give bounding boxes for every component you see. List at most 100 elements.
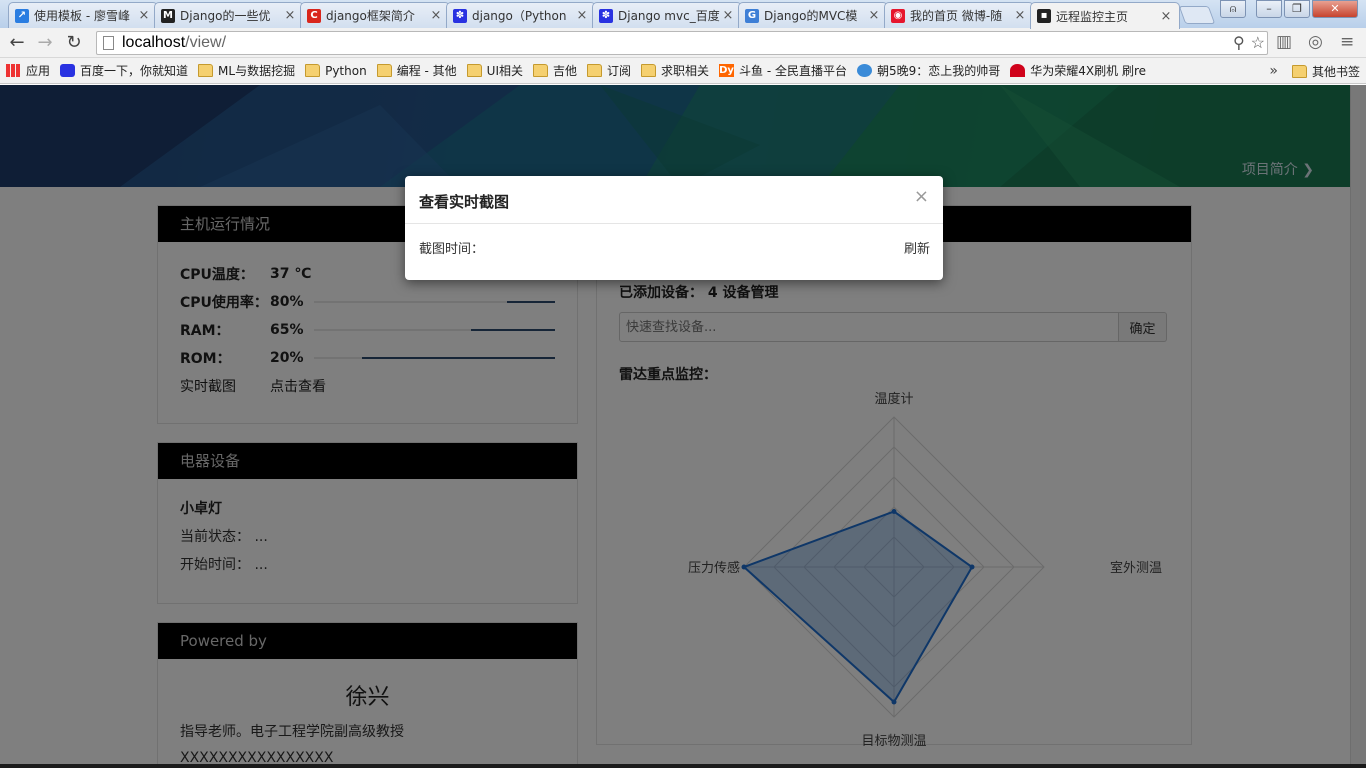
bookmark-label: 求职相关	[661, 64, 710, 78]
tab-favicon-icon: M	[161, 8, 175, 23]
back-icon[interactable]: ←	[6, 32, 28, 54]
extension-icon[interactable]: ◎	[1308, 32, 1323, 52]
tab-favicon-icon: ✽	[599, 8, 613, 23]
minimize-button[interactable]: –	[1256, 0, 1282, 18]
bookmark-label: 华为荣耀4X刷机 刷re	[1030, 64, 1147, 78]
screenshot-modal: 查看实时截图 × 截图时间： 刷新	[405, 176, 943, 280]
bookmark-item[interactable]: 朝5晚9：恋上我的帅哥	[857, 62, 1000, 79]
tab-close-icon[interactable]: ×	[1159, 9, 1173, 24]
folder-icon	[532, 64, 548, 77]
bookmark-label: 朝5晚9：恋上我的帅哥	[877, 64, 1001, 78]
folder-icon	[1291, 64, 1307, 78]
tab-favicon-icon: ✽	[453, 8, 467, 23]
close-icon[interactable]: ×	[914, 186, 929, 207]
tab-label: 我的首页 微博-随	[910, 9, 1003, 23]
folder-icon	[198, 64, 214, 77]
menu-icon[interactable]: ≡	[1340, 32, 1354, 52]
tab-label: django框架简介	[326, 9, 415, 23]
window-controls: ⍝ – ❐ ✕	[1220, 0, 1358, 18]
bookmark-item[interactable]: 吉他	[532, 62, 577, 79]
tab-label: django（Python	[472, 9, 567, 23]
baidu-icon	[60, 64, 76, 77]
bookmark-item[interactable]: 求职相关	[641, 62, 709, 79]
tab-close-icon[interactable]: ×	[429, 8, 443, 23]
modal-body: 截图时间： 刷新	[405, 224, 943, 271]
tab-label: 使用模板 - 廖雪峰	[34, 9, 130, 23]
tab-favicon-icon: C	[307, 8, 321, 23]
more-bookmarks-chevron[interactable]: »	[1269, 58, 1278, 83]
bookmark-star-icon[interactable]: ☆	[1251, 33, 1265, 53]
bookmark-label: ML与数据挖掘	[218, 64, 296, 78]
bookmark-item[interactable]: 应用	[6, 62, 50, 79]
browser-tab[interactable]: ▪ 远程监控主页 ×	[1030, 2, 1180, 29]
address-bar[interactable]: localhost/view/ ⚲ ☆	[96, 31, 1268, 55]
bookmark-label: 编程 - 其他	[396, 64, 457, 78]
browser-tab[interactable]: M Django的一些优 ×	[154, 2, 304, 28]
other-bookmarks-label: 其他书签	[1311, 64, 1360, 79]
bookmark-item[interactable]: UI相关	[466, 62, 523, 79]
tab-label: Django mvc_百度	[618, 9, 720, 23]
user-icon[interactable]: ⍝	[1220, 0, 1246, 18]
bookmark-label: 百度一下，你就知道	[80, 64, 189, 78]
bottom-panel-edge	[0, 764, 1366, 768]
folder-icon	[587, 64, 602, 77]
bookmark-item[interactable]: ML与数据挖掘	[198, 62, 295, 79]
folder-icon	[641, 64, 657, 77]
tab-close-icon[interactable]: ×	[721, 8, 735, 23]
tab-label: Django的MVC模	[764, 9, 858, 23]
modal-title: 查看实时截图	[419, 193, 510, 211]
apps-icon	[6, 64, 21, 77]
refresh-button[interactable]: 刷新	[904, 238, 930, 257]
browser-tab[interactable]: ↗ 使用模板 - 廖雪峰 ×	[8, 2, 158, 28]
browser-tab[interactable]: G Django的MVC模 ×	[738, 2, 888, 28]
browser-tab[interactable]: ◉ 我的首页 微博-随 ×	[884, 2, 1034, 28]
search-icon[interactable]: ⚲	[1233, 33, 1245, 53]
dayu-icon	[857, 64, 872, 77]
bookmark-item[interactable]: 订阅	[587, 62, 631, 79]
folder-icon	[305, 64, 321, 77]
tab-favicon-icon: ◉	[891, 8, 905, 23]
browser-tab[interactable]: ✽ Django mvc_百度 ×	[592, 2, 742, 28]
browser-tab[interactable]: Cdjango框架简介 ×	[300, 2, 450, 28]
screenshot-time-label: 截图时间：	[419, 242, 485, 257]
tab-close-icon[interactable]: ×	[283, 8, 297, 23]
page-icon	[103, 36, 114, 50]
bookmark-label: 应用	[26, 64, 51, 78]
bookmark-item[interactable]: 编程 - 其他	[376, 62, 457, 79]
bookmark-item[interactable]: 华为荣耀4X刷机 刷re	[1010, 62, 1146, 79]
reload-icon[interactable]: ↻	[63, 32, 85, 54]
bookmark-label: 斗鱼 - 全民直播平台	[739, 64, 847, 78]
folder-icon	[376, 64, 392, 77]
tab-favicon-icon: ↗	[15, 8, 29, 23]
url-host: localhost	[122, 34, 186, 51]
other-bookmarks[interactable]: 其他书签	[1291, 58, 1360, 83]
modal-header: 查看实时截图 ×	[405, 176, 943, 224]
bookmark-item[interactable]: 百度一下，你就知道	[60, 62, 188, 79]
maximize-button[interactable]: ❐	[1284, 0, 1310, 18]
bookmarks-bar: 应用 百度一下，你就知道 ML与数据挖掘 Python 编程 - 其他 UI相关 吉他 订阅 求…	[0, 58, 1366, 84]
tab-favicon-icon: ▪	[1037, 9, 1051, 23]
close-window-button[interactable]: ✕	[1312, 0, 1358, 18]
tab-label: Django的一些优	[180, 9, 271, 23]
tab-label: 远程监控主页	[1056, 9, 1129, 24]
bookmark-item[interactable]: Dy 斗鱼 - 全民直播平台	[719, 62, 847, 79]
tab-close-icon[interactable]: ×	[137, 8, 151, 23]
browser-tab-strip: ⍝ – ❐ ✕ ↗ 使用模板 - 廖雪峰 × M Django的一些优 × Cdjango框…	[0, 0, 1366, 29]
browser-toolbar: ← → ↻ localhost/view/ ⚲ ☆ ▥ ◎ ≡	[0, 28, 1366, 58]
forward-icon[interactable]: →	[34, 32, 56, 54]
url-path: /view/	[185, 34, 227, 51]
bookmark-label: UI相关	[486, 64, 523, 78]
tab-close-icon[interactable]: ×	[1013, 8, 1027, 23]
tab-close-icon[interactable]: ×	[867, 8, 881, 23]
tab-favicon-icon: G	[745, 8, 759, 23]
tab-close-icon[interactable]: ×	[575, 8, 589, 23]
browser-tab[interactable]: ✽ django（Python ×	[446, 2, 596, 28]
bookmark-label: Python	[325, 63, 367, 78]
douyu-icon: Dy	[719, 64, 735, 77]
bookmark-item[interactable]: Python	[305, 64, 367, 78]
new-tab-button[interactable]	[1178, 6, 1216, 24]
bookmark-label: 吉他	[552, 64, 577, 78]
reader-icon[interactable]: ▥	[1276, 32, 1292, 52]
folder-icon	[466, 64, 482, 77]
bookmark-label: 订阅	[607, 64, 632, 78]
